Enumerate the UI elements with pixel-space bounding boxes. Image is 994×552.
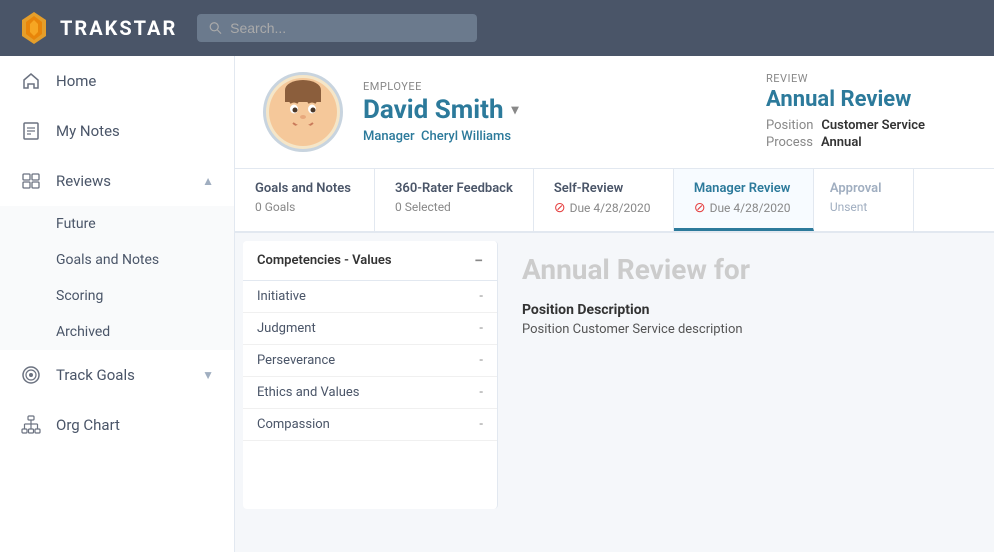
avatar — [263, 72, 343, 152]
tab-self-review-sub: ⊘ Due 4/28/2020 — [554, 200, 653, 216]
sidebar-reviews-label: Reviews — [56, 172, 188, 190]
employee-manager: Manager Cheryl Williams — [363, 129, 746, 144]
tab-manager-review-title: Manager Review — [694, 181, 793, 196]
tab-approval-title: Approval — [830, 181, 897, 196]
comp-score-initiative: - — [479, 289, 483, 304]
employee-name: David Smith ▾ — [363, 95, 746, 125]
sidebar-item-scoring[interactable]: Scoring — [0, 278, 234, 314]
sidebar-item-archived[interactable]: Archived — [0, 314, 234, 350]
comp-name-judgment: Judgment — [257, 321, 316, 336]
comp-item-judgment[interactable]: Judgment - — [243, 313, 497, 345]
comp-name-perseverance: Perseverance — [257, 353, 335, 368]
comp-name-compassion: Compassion — [257, 417, 330, 432]
home-icon — [20, 70, 42, 92]
sidebar-item-goals-and-notes[interactable]: Goals and Notes — [0, 242, 234, 278]
tab-self-review[interactable]: Self-Review ⊘ Due 4/28/2020 — [534, 169, 674, 231]
position-value: Customer Service — [821, 118, 925, 133]
future-label: Future — [56, 216, 96, 232]
comp-item-initiative[interactable]: Initiative - — [243, 281, 497, 313]
tab-360-sub: 0 Selected — [395, 200, 513, 214]
content-area: Competencies - Values − Initiative - Jud… — [235, 233, 994, 509]
tab-360-title: 360-Rater Feedback — [395, 181, 513, 196]
sidebar-orgchart-label: Org Chart — [56, 416, 214, 434]
orgchart-icon — [20, 414, 42, 436]
reviews-chevron-icon: ▲ — [202, 174, 214, 188]
competencies-collapse-btn[interactable]: − — [474, 251, 483, 270]
review-main-content: Annual Review for Position Description P… — [498, 233, 994, 509]
goals-icon — [20, 364, 42, 386]
review-details: Position Customer Service Process Annual — [766, 118, 966, 150]
scoring-label: Scoring — [56, 288, 103, 304]
sidebar-home-label: Home — [56, 72, 214, 90]
comp-score-ethics: - — [479, 385, 483, 400]
logo: TRAKSTAR — [16, 10, 177, 46]
topnav: TRAKSTAR — [0, 0, 994, 56]
tabs-bar: Goals and Notes 0 Goals 360-Rater Feedba… — [235, 169, 994, 233]
trackgoals-chevron-icon: ▼ — [202, 368, 214, 382]
comp-score-perseverance: - — [479, 353, 483, 368]
sidebar-mynotes-label: My Notes — [56, 122, 214, 140]
comp-score-compassion: - — [479, 417, 483, 432]
comp-name-initiative: Initiative — [257, 289, 306, 304]
sidebar-item-future[interactable]: Future — [0, 206, 234, 242]
review-position-row: Position Customer Service — [766, 118, 966, 133]
tab-self-review-title: Self-Review — [554, 181, 653, 196]
search-bar[interactable] — [197, 14, 477, 42]
comp-item-compassion[interactable]: Compassion - — [243, 409, 497, 441]
comp-name-ethics: Ethics and Values — [257, 385, 360, 400]
position-desc-text: Position Customer Service description — [522, 322, 970, 337]
tab-manager-review[interactable]: Manager Review ⊘ Due 4/28/2020 — [674, 169, 814, 231]
sidebar-item-track-goals[interactable]: Track Goals ▼ — [0, 350, 234, 400]
tab-360-rater[interactable]: 360-Rater Feedback 0 Selected — [375, 169, 534, 231]
goals-notes-label: Goals and Notes — [56, 252, 159, 268]
tab-goals-notes[interactable]: Goals and Notes 0 Goals — [235, 169, 375, 231]
self-review-warning-icon: ⊘ — [554, 200, 566, 216]
tab-goals-notes-title: Goals and Notes — [255, 181, 354, 196]
sidebar-submenu-reviews: Future Goals and Notes Scoring Archived — [0, 206, 234, 350]
employee-avatar-svg — [267, 76, 339, 148]
manager-link[interactable]: Cheryl Williams — [421, 129, 511, 144]
tab-approval[interactable]: Approval Unsent — [814, 169, 914, 231]
archived-label: Archived — [56, 324, 110, 340]
tab-manager-review-sub: ⊘ Due 4/28/2020 — [694, 200, 793, 216]
competencies-panel: Competencies - Values − Initiative - Jud… — [243, 241, 498, 509]
employee-info: Employee David Smith ▾ Manager Cheryl Wi… — [363, 80, 746, 144]
position-key: Position — [766, 118, 813, 133]
search-input[interactable] — [230, 20, 465, 36]
employee-header: Employee David Smith ▾ Manager Cheryl Wi… — [235, 56, 994, 169]
review-process-row: Process Annual — [766, 135, 966, 150]
app-name: TRAKSTAR — [60, 16, 177, 40]
process-key: Process — [766, 135, 813, 150]
manager-review-warning-icon: ⊘ — [694, 200, 706, 216]
process-value: Annual — [821, 135, 862, 150]
comp-item-ethics[interactable]: Ethics and Values - — [243, 377, 497, 409]
main-content: Employee David Smith ▾ Manager Cheryl Wi… — [235, 56, 994, 552]
review-content-title: Annual Review for — [522, 253, 970, 286]
sidebar-item-home[interactable]: Home — [0, 56, 234, 106]
sidebar-item-org-chart[interactable]: Org Chart — [0, 400, 234, 450]
sidebar: Home My Notes — [0, 56, 235, 552]
sidebar-trackgoals-label: Track Goals — [56, 366, 188, 384]
logo-icon — [16, 10, 52, 46]
layout: Home My Notes — [0, 56, 994, 552]
sidebar-item-my-notes[interactable]: My Notes — [0, 106, 234, 156]
review-info: Review Annual Review Position Customer S… — [766, 72, 966, 152]
competencies-header: Competencies - Values − — [243, 241, 497, 281]
comp-item-perseverance[interactable]: Perseverance - — [243, 345, 497, 377]
competencies-title: Competencies - Values — [257, 253, 392, 268]
position-desc-label: Position Description — [522, 302, 970, 318]
tab-goals-notes-sub: 0 Goals — [255, 200, 354, 214]
review-title: Annual Review — [766, 87, 966, 112]
tab-approval-sub: Unsent — [830, 200, 897, 214]
search-icon — [209, 21, 222, 35]
reviews-icon — [20, 170, 42, 192]
sidebar-item-reviews[interactable]: Reviews ▲ — [0, 156, 234, 206]
notes-icon — [20, 120, 42, 142]
comp-score-judgment: - — [479, 321, 483, 336]
review-label: Review — [766, 72, 966, 85]
employee-label: Employee — [363, 80, 746, 93]
employee-name-dropdown[interactable]: ▾ — [512, 102, 519, 118]
